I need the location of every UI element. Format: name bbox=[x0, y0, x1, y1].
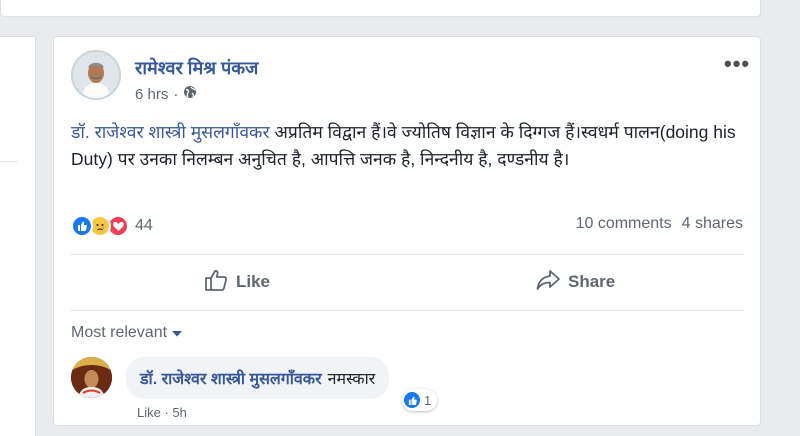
shares-count-link[interactable]: 4 shares bbox=[682, 215, 743, 232]
previous-post-card bbox=[0, 0, 761, 17]
comment-reaction-count: 1 bbox=[424, 392, 432, 408]
comment-bubble: डॉ. राजेश्वर शास्त्री मुसलगाँवकर नमस्कार bbox=[126, 357, 390, 399]
post-author-name[interactable]: रामेश्वर मिश्र पंकज bbox=[135, 56, 258, 80]
commenter-avatar[interactable] bbox=[71, 357, 112, 398]
caret-down-icon bbox=[172, 324, 183, 342]
post-stats: 10 comments 4 shares bbox=[576, 215, 743, 233]
comment-like-icon bbox=[404, 392, 420, 408]
post-time[interactable]: 6 hrs bbox=[135, 86, 168, 103]
post-options-button[interactable]: ••• bbox=[724, 53, 750, 75]
comment-text: नमस्कार bbox=[327, 371, 376, 388]
meta-separator: · bbox=[173, 85, 179, 103]
like-label: Like bbox=[236, 272, 271, 291]
post-body: डॉ. राजेश्वर शास्त्री मुसलगाँवकर अप्रतिम… bbox=[71, 119, 751, 173]
actions-divider bbox=[71, 310, 744, 311]
reaction-count[interactable]: 44 bbox=[135, 217, 153, 235]
share-label: Share bbox=[568, 272, 616, 291]
author-avatar[interactable] bbox=[71, 50, 121, 100]
post-meta: 6 hrs · bbox=[135, 85, 197, 103]
like-button[interactable]: Like bbox=[204, 269, 270, 295]
comment-author[interactable]: डॉ. राजेश्वर शास्त्री मुसलगाँवकर bbox=[140, 367, 322, 389]
sort-label: Most relevant bbox=[71, 324, 168, 341]
comment-reactions[interactable]: 1 bbox=[402, 389, 438, 411]
reactions-summary[interactable]: 44 bbox=[71, 215, 153, 237]
share-arrow-icon bbox=[536, 269, 560, 296]
mention-link[interactable]: डॉ. राजेश्वर शास्त्री मुसलगाँवकर bbox=[71, 122, 270, 142]
share-button[interactable]: Share bbox=[536, 269, 615, 295]
reactions-divider bbox=[71, 254, 744, 255]
globe-icon[interactable] bbox=[183, 85, 197, 103]
left-panel-divider bbox=[0, 161, 17, 162]
thumbs-up-icon bbox=[204, 269, 228, 296]
comments-count-link[interactable]: 10 comments bbox=[576, 215, 672, 232]
comment-sort-dropdown[interactable]: Most relevant bbox=[71, 324, 183, 342]
post-card: रामेश्वर मिश्र पंकज 6 hrs · ••• डॉ. राजे… bbox=[53, 36, 761, 426]
left-panel bbox=[0, 36, 36, 436]
like-icon bbox=[71, 215, 93, 237]
